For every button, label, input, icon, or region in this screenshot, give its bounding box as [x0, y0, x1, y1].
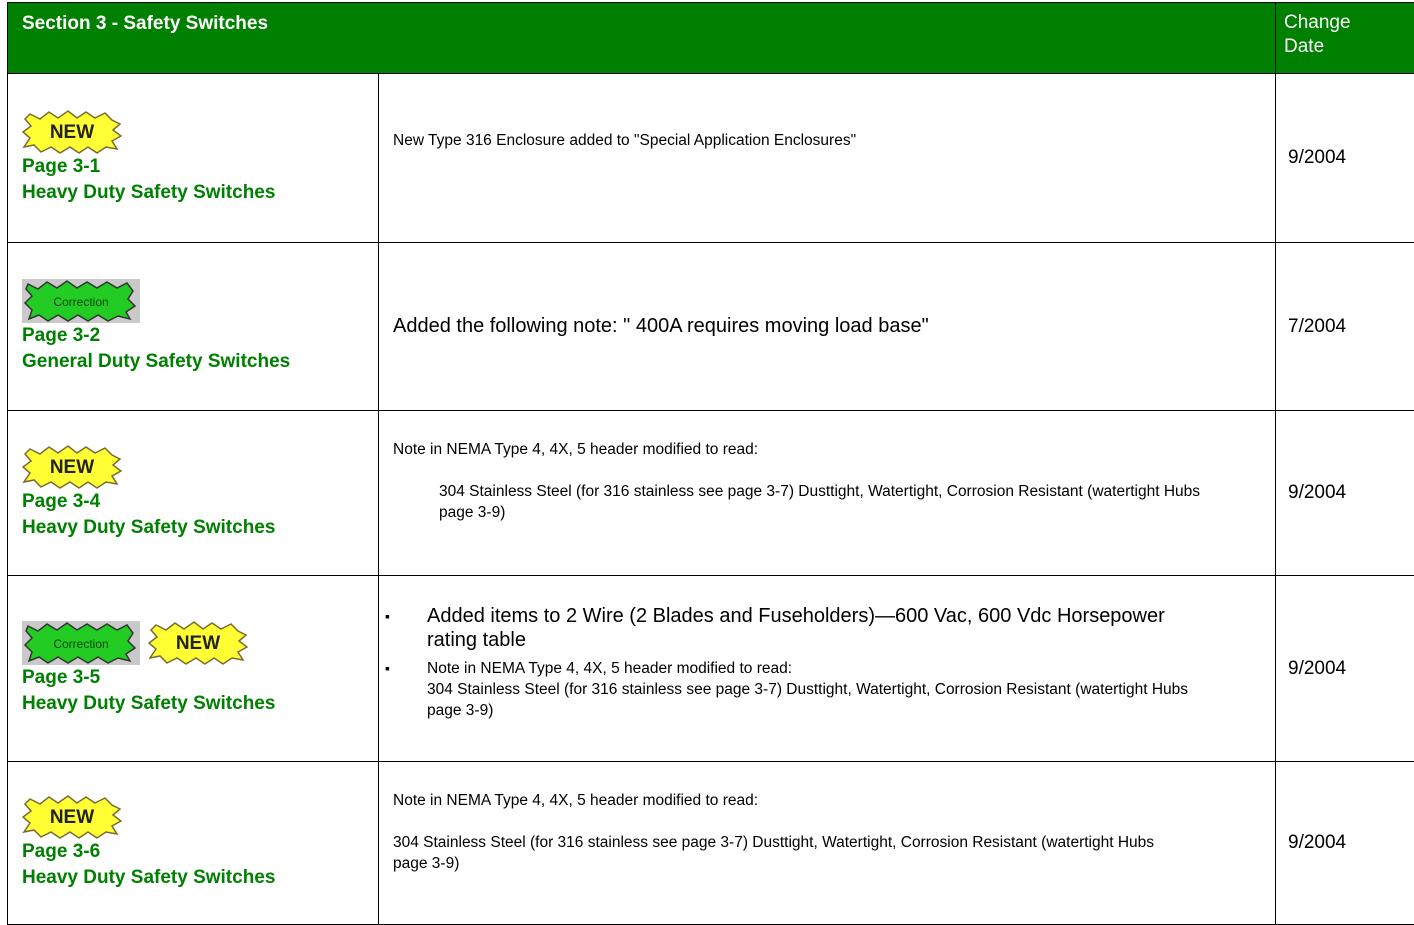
date-cell: 9/2004 [1276, 411, 1414, 576]
correction-badge-text: Correction [53, 637, 108, 651]
page-cell: NEW Page 3-6 Heavy Duty Safety Switches [8, 762, 379, 925]
page-link[interactable]: Page 3-2 [22, 323, 364, 349]
description-text: New Type 316 Enclosure added to "Special… [379, 130, 1275, 151]
bullet-item: Added items to 2 Wire (2 Blades and Fuse… [379, 604, 1205, 652]
page-cell: Correction Page 3-2 General Duty Safety … [8, 243, 379, 411]
table-row: Correction Page 3-2 General Duty Safety … [8, 243, 1414, 411]
page-title-link[interactable]: Heavy Duty Safety Switches [22, 180, 364, 206]
page-title-link[interactable]: General Duty Safety Switches [22, 349, 364, 375]
date-cell: 9/2004 [1276, 74, 1414, 243]
table-row: NEW Page 3-6 Heavy Duty Safety Switches … [8, 762, 1414, 925]
change-date: 7/2004 [1288, 316, 1346, 337]
description-cell: Added the following note: " 400A require… [379, 243, 1276, 411]
page-cell: NEW Page 3-4 Heavy Duty Safety Switches [8, 411, 379, 576]
change-date: 9/2004 [1288, 658, 1346, 679]
badge-group: Correction NEW [22, 621, 364, 665]
description-cell: Note in NEMA Type 4, 4X, 5 header modifi… [379, 411, 1276, 576]
page-link[interactable]: Page 3-5 [22, 665, 364, 691]
page-link[interactable]: Page 3-6 [22, 839, 364, 865]
change-date-label-line2: Date [1284, 36, 1324, 57]
new-badge-text: NEW [50, 457, 94, 478]
bullet-detail: 304 Stainless Steel (for 316 stainless s… [427, 681, 1188, 719]
date-cell: 9/2004 [1276, 762, 1414, 925]
new-badge-text: NEW [50, 807, 94, 828]
page-title-link[interactable]: Heavy Duty Safety Switches [22, 515, 364, 541]
change-date: 9/2004 [1288, 482, 1346, 503]
description-detail: 304 Stainless Steel (for 316 stainless s… [379, 481, 1275, 523]
page-cell: Correction NEW Page 3-5 Heavy Duty Safet… [8, 576, 379, 762]
date-cell: 9/2004 [1276, 576, 1414, 762]
new-badge-icon: NEW [22, 795, 122, 839]
change-log-sheet: Section 3 - Safety Switches Change Date … [7, 2, 1414, 915]
new-badge-text: NEW [50, 122, 94, 143]
description-cell: Note in NEMA Type 4, 4X, 5 header modifi… [379, 762, 1276, 925]
change-date: 9/2004 [1288, 147, 1346, 168]
description-cell: Added items to 2 Wire (2 Blades and Fuse… [379, 576, 1276, 762]
table-row: Correction NEW Page 3-5 Heavy Duty Safet… [8, 576, 1414, 762]
badge-group: NEW [22, 795, 364, 839]
badge-group: NEW [22, 445, 364, 489]
badge-group: Correction [22, 279, 364, 323]
description-cell: New Type 316 Enclosure added to "Special… [379, 74, 1276, 243]
change-date-label-line1: Change [1284, 12, 1351, 33]
new-badge-icon: NEW [22, 110, 122, 154]
badge-group: NEW [22, 110, 364, 154]
new-badge-text: NEW [176, 633, 220, 654]
change-bullet-list: Added items to 2 Wire (2 Blades and Fuse… [379, 604, 1275, 721]
table-header-row: Section 3 - Safety Switches Change Date [8, 3, 1414, 74]
new-badge-icon: NEW [22, 445, 122, 489]
bullet-item: Note in NEMA Type 4, 4X, 5 header modifi… [379, 658, 1205, 721]
page-link[interactable]: Page 3-1 [22, 154, 364, 180]
change-date-header: Change Date [1276, 3, 1414, 74]
table-row: NEW Page 3-4 Heavy Duty Safety Switches … [8, 411, 1414, 576]
section-title: Section 3 - Safety Switches [8, 3, 1276, 74]
description-intro: Note in NEMA Type 4, 4X, 5 header modifi… [379, 790, 1275, 811]
page-title-link[interactable]: Heavy Duty Safety Switches [22, 865, 364, 891]
bullet-text: Added items to 2 Wire (2 Blades and Fuse… [427, 605, 1165, 651]
page-cell: NEW Page 3-1 Heavy Duty Safety Switches [8, 74, 379, 243]
date-cell: 7/2004 [1276, 243, 1414, 411]
page-title-link[interactable]: Heavy Duty Safety Switches [22, 691, 364, 717]
new-badge-icon: NEW [148, 621, 248, 665]
table-row: NEW Page 3-1 Heavy Duty Safety Switches … [8, 74, 1414, 243]
page-link[interactable]: Page 3-4 [22, 489, 364, 515]
change-log-table: Section 3 - Safety Switches Change Date … [7, 2, 1414, 925]
description-detail: 304 Stainless Steel (for 316 stainless s… [379, 832, 1275, 874]
description-intro: Note in NEMA Type 4, 4X, 5 header modifi… [379, 439, 1275, 460]
correction-badge-text: Correction [53, 295, 108, 309]
correction-badge-icon: Correction [22, 621, 140, 665]
description-text: Added the following note: " 400A require… [379, 316, 1275, 337]
change-date: 9/2004 [1288, 832, 1346, 853]
bullet-intro: Note in NEMA Type 4, 4X, 5 header modifi… [427, 660, 792, 677]
correction-badge-icon: Correction [22, 279, 140, 323]
